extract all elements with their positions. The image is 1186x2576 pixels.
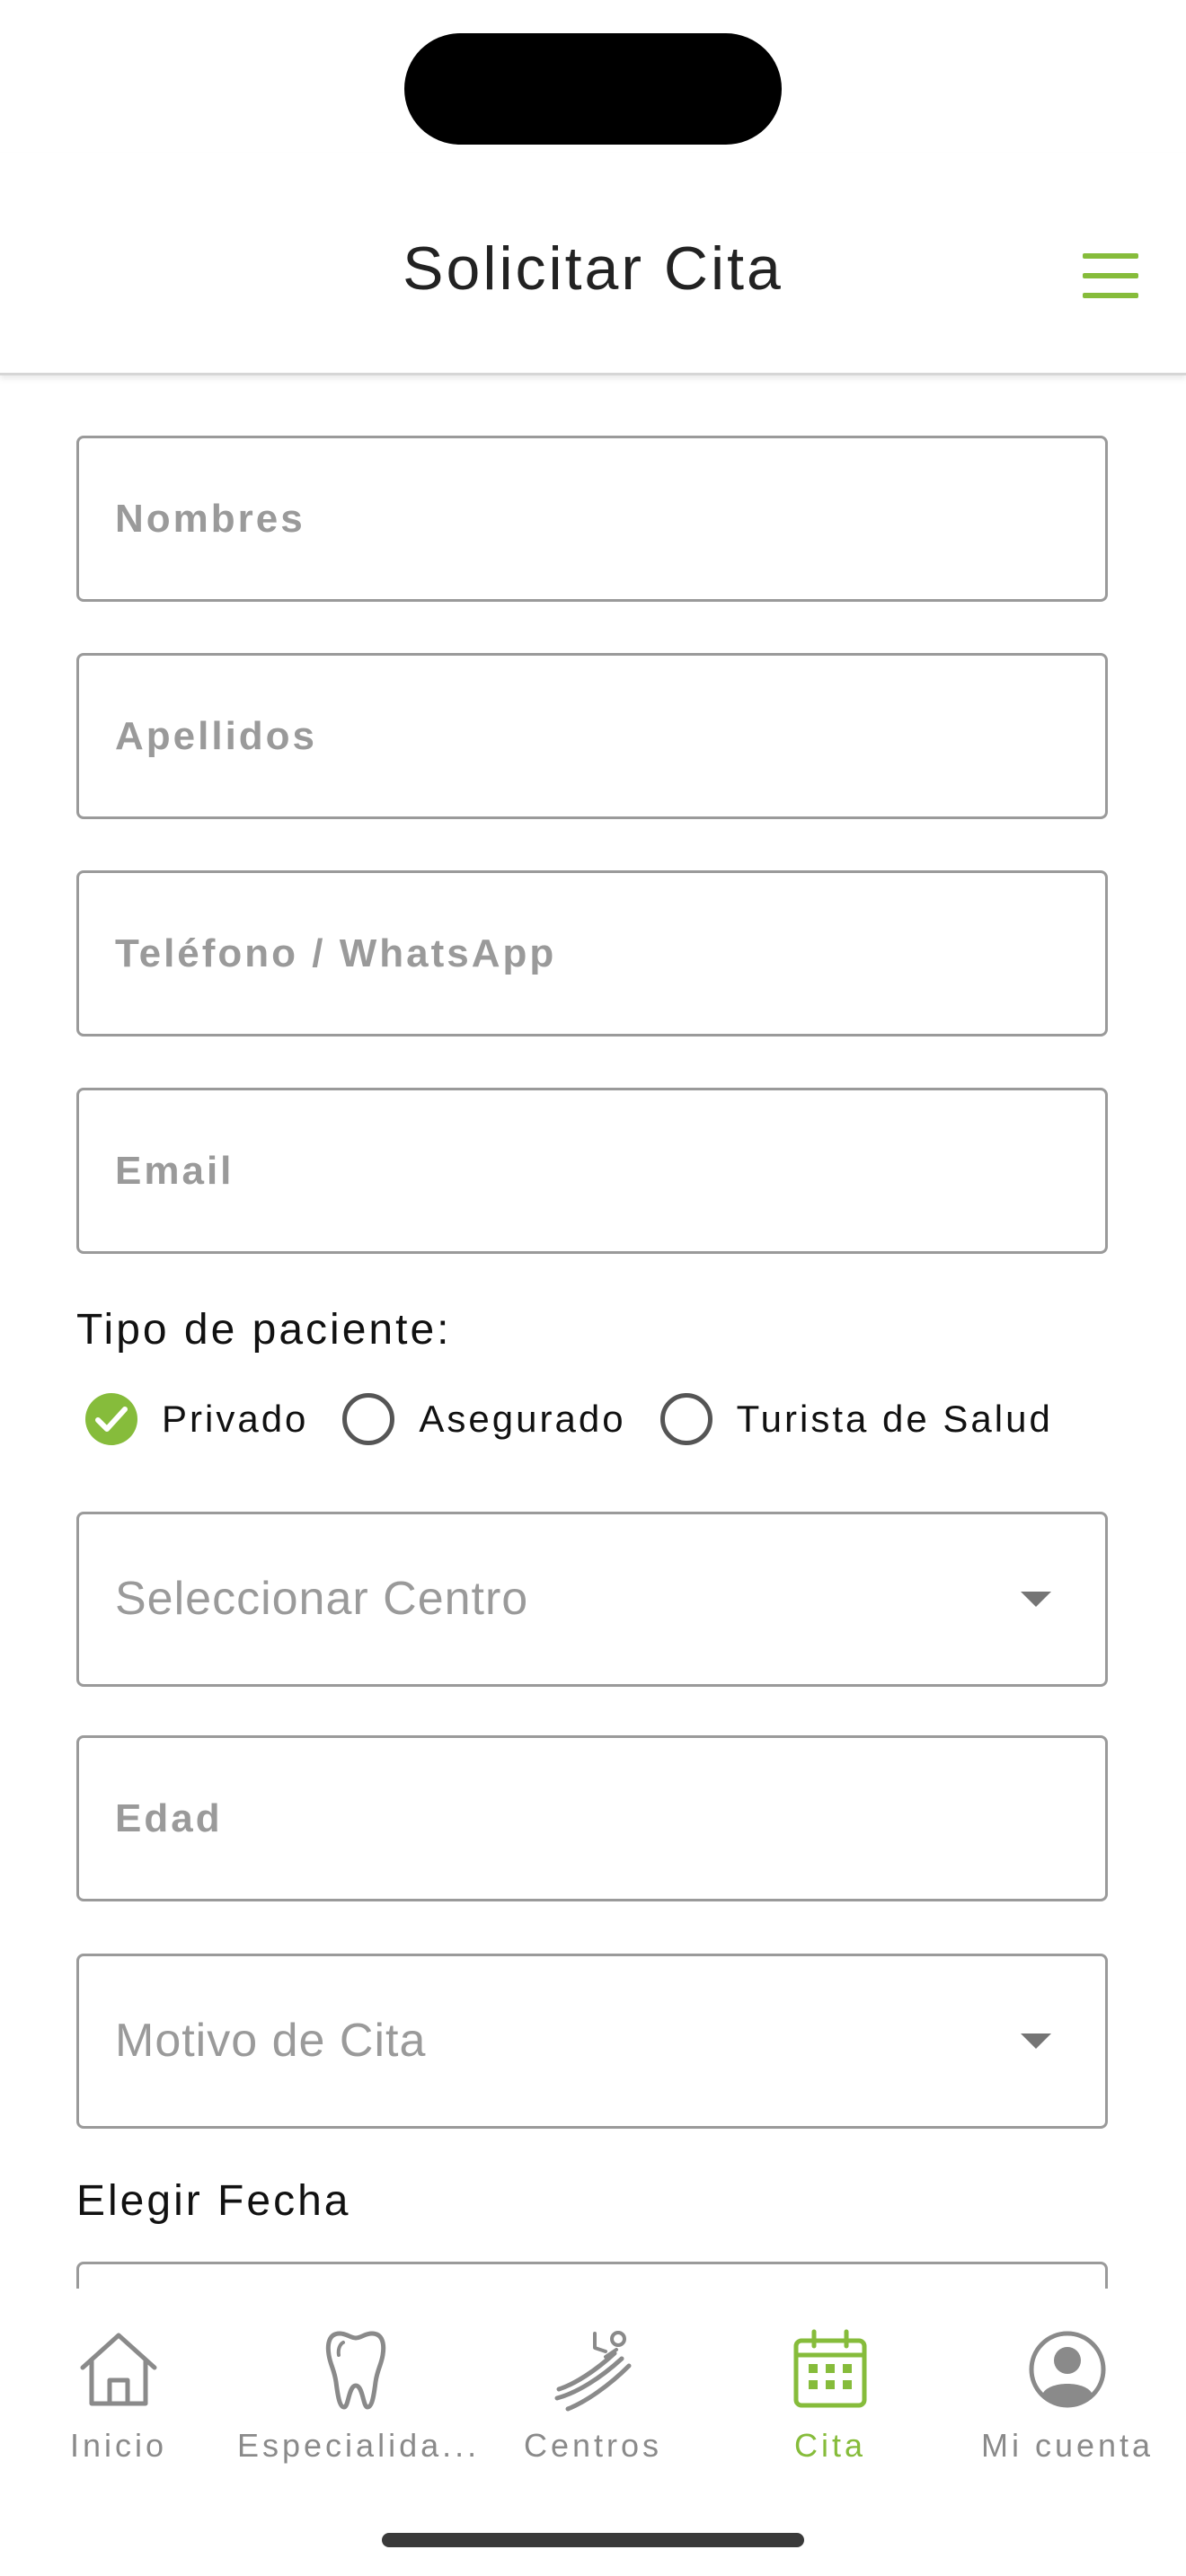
page-title: Solicitar Cita <box>403 234 783 303</box>
caret-down-icon <box>1021 2033 1051 2049</box>
nombres-field[interactable] <box>76 436 1108 602</box>
tipo-paciente-label: Tipo de paciente: <box>76 1306 452 1354</box>
tab-cita[interactable]: Cita <box>712 2326 949 2470</box>
home-icon <box>80 2333 157 2406</box>
radio-checked-icon <box>85 1393 137 1445</box>
calendar-icon <box>793 2329 867 2408</box>
tab-especialidades[interactable]: Especialida... <box>237 2326 481 2470</box>
radio-label-privado: Privado <box>162 1398 309 1440</box>
tipo-paciente-radio-group: Privado Asegurado Turista de Salud <box>85 1388 1053 1451</box>
radio-unchecked-icon <box>342 1393 395 1445</box>
radio-privado[interactable]: Privado <box>85 1393 308 1445</box>
radio-asegurado[interactable]: Asegurado <box>342 1393 625 1445</box>
radio-turista-de-salud[interactable]: Turista de Salud <box>659 1393 1053 1445</box>
app-header: Solicitar Cita <box>0 153 1186 375</box>
home-indicator <box>382 2533 804 2547</box>
tab-mi-cuenta[interactable]: Mi cuenta <box>949 2326 1186 2470</box>
hamburger-menu-icon[interactable] <box>1083 253 1142 298</box>
edad-input[interactable] <box>115 1738 1067 1899</box>
tab-inicio[interactable]: Inicio <box>0 2326 237 2470</box>
dental-chair-icon <box>554 2331 632 2412</box>
motivo-select-placeholder: Motivo de Cita <box>115 2015 427 2067</box>
centro-select-placeholder: Seleccionar Centro <box>115 1573 529 1625</box>
radio-label-asegurado: Asegurado <box>419 1398 626 1440</box>
tab-label: Cita <box>793 2427 867 2464</box>
apellidos-field[interactable] <box>76 653 1108 819</box>
email-input[interactable] <box>115 1090 1067 1251</box>
apellidos-input[interactable] <box>115 656 1067 816</box>
tab-label: Centros <box>523 2427 663 2464</box>
email-field[interactable] <box>76 1088 1108 1254</box>
elegir-fecha-label: Elegir Fecha <box>76 2177 351 2225</box>
telefono-input[interactable] <box>115 873 1067 1034</box>
tab-label: Mi cuenta <box>980 2427 1155 2464</box>
motivo-select[interactable]: Motivo de Cita <box>76 1954 1108 2129</box>
radio-label-turista: Turista de Salud <box>736 1398 1053 1440</box>
tab-label: Inicio <box>69 2427 168 2464</box>
tab-centros[interactable]: Centros <box>474 2326 712 2470</box>
dynamic-island <box>404 33 782 145</box>
tab-label: Especialida... <box>237 2427 481 2464</box>
caret-down-icon <box>1021 1592 1051 1607</box>
edad-field[interactable] <box>76 1735 1108 1901</box>
nombres-input[interactable] <box>115 438 1067 599</box>
tooth-icon <box>325 2331 386 2410</box>
user-circle-icon <box>1029 2331 1106 2408</box>
centro-select[interactable]: Seleccionar Centro <box>76 1512 1108 1687</box>
telefono-field[interactable] <box>76 870 1108 1037</box>
radio-unchecked-icon <box>659 1393 712 1445</box>
